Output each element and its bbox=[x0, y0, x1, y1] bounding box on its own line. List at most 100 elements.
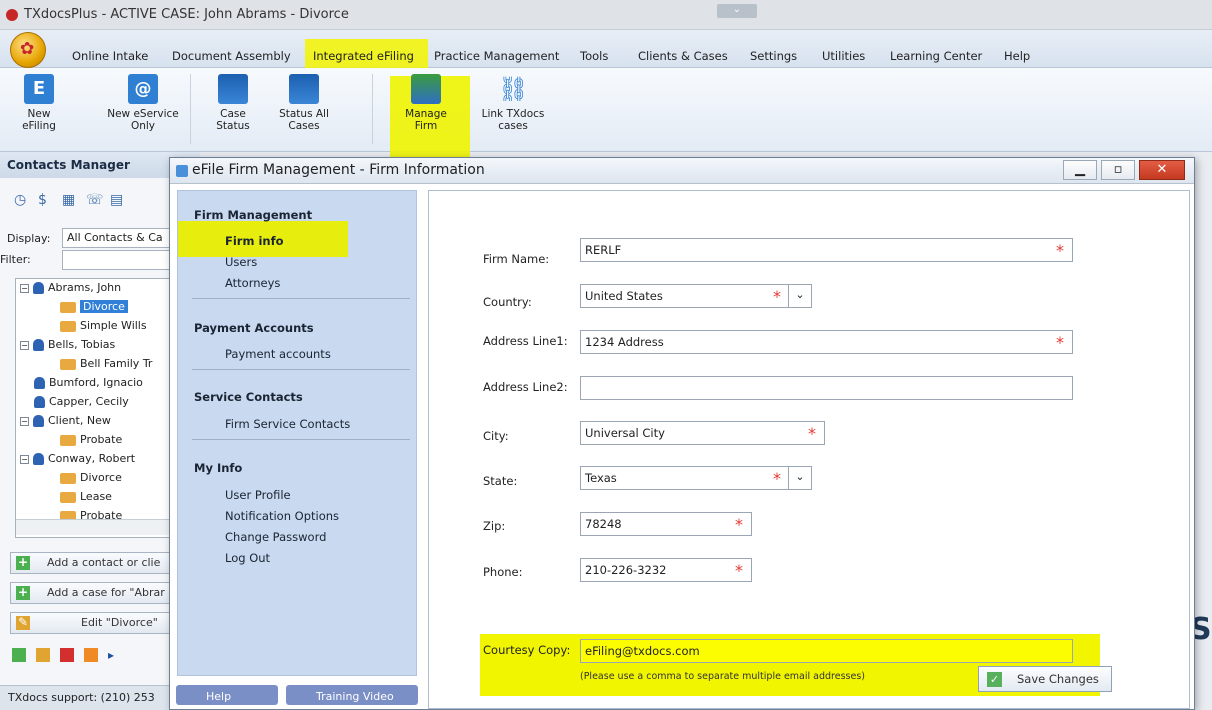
efile-icon bbox=[176, 165, 188, 177]
person-icon bbox=[33, 282, 44, 294]
save-changes-button[interactable]: ✓ Save Changes bbox=[978, 666, 1112, 692]
state-select[interactable]: Texas * ⌄ bbox=[580, 466, 812, 490]
menu-clients-cases[interactable]: Clients & Cases bbox=[638, 49, 728, 63]
menu-integrated-efiling[interactable]: Integrated eFiling bbox=[313, 49, 414, 63]
address1-field[interactable]: 1234 Address * bbox=[580, 330, 1073, 354]
nav-log-out[interactable]: Log Out bbox=[225, 551, 270, 565]
status-all-cases-button[interactable]: Status All Cases bbox=[272, 74, 336, 132]
menu-tools[interactable]: Tools bbox=[580, 49, 608, 63]
tree-contact[interactable]: − Client, New bbox=[20, 412, 111, 431]
app-menu-orb-icon[interactable]: ✿ bbox=[10, 32, 46, 68]
tree-case[interactable]: Simple Wills bbox=[60, 317, 147, 336]
person-icon bbox=[34, 396, 45, 408]
nav-attorneys[interactable]: Attorneys bbox=[225, 276, 280, 290]
phone-field[interactable]: 210-226-3232 * bbox=[580, 558, 752, 582]
menu-practice-management[interactable]: Practice Management bbox=[434, 49, 559, 63]
menu-learning-center[interactable]: Learning Center bbox=[890, 49, 982, 63]
history-icon[interactable]: ◷ bbox=[14, 192, 30, 208]
briefcase-icon bbox=[60, 358, 76, 370]
training-video-button[interactable]: Training Video bbox=[286, 685, 418, 705]
briefcase-icon bbox=[60, 320, 76, 332]
person-icon bbox=[33, 415, 44, 427]
menu-document-assembly[interactable]: Document Assembly bbox=[172, 49, 291, 63]
display-select[interactable]: All Contacts & Ca bbox=[62, 228, 172, 248]
tree-hscrollbar[interactable] bbox=[16, 519, 174, 535]
tree-case[interactable]: Divorce bbox=[60, 469, 122, 488]
new-eservice-button[interactable]: @ New eService Only bbox=[100, 74, 186, 132]
contacts-tree: − Abrams, John Divorce Simple Wills − Bell… bbox=[15, 278, 175, 538]
address2-label: Address Line2: bbox=[483, 380, 568, 394]
minimize-button[interactable]: ▁ bbox=[1063, 160, 1097, 180]
new-efiling-button[interactable]: E New eFiling bbox=[14, 74, 64, 132]
link-icon: ⛓ bbox=[498, 75, 529, 103]
phone-label: Phone: bbox=[483, 565, 523, 579]
manage-firm-button[interactable]: Manage Firm bbox=[396, 74, 456, 132]
delete-icon[interactable] bbox=[60, 648, 74, 662]
menu-settings[interactable]: Settings bbox=[750, 49, 797, 63]
maximize-button[interactable]: ▫ bbox=[1101, 160, 1135, 180]
city-field[interactable]: Universal City * bbox=[580, 421, 825, 445]
dialog-title-bar: eFile Firm Management - Firm Information bbox=[170, 158, 1194, 184]
calendar-icon[interactable]: ▦ bbox=[62, 192, 78, 208]
case-status-icon bbox=[218, 74, 248, 104]
nav-payment-accounts[interactable]: Payment accounts bbox=[225, 347, 331, 361]
nav-users[interactable]: Users bbox=[225, 255, 257, 269]
address1-label: Address Line1: bbox=[483, 334, 568, 348]
nav-heading-my-info: My Info bbox=[194, 461, 243, 475]
tree-case[interactable]: Divorce bbox=[60, 298, 128, 317]
courtesy-copy-hint: (Please use a comma to separate multiple… bbox=[580, 671, 865, 682]
city-label: City: bbox=[483, 429, 509, 443]
menu-utilities[interactable]: Utilities bbox=[822, 49, 865, 63]
tree-case[interactable]: Bell Family Tr bbox=[60, 355, 152, 374]
eservice-icon: @ bbox=[128, 74, 158, 104]
courtesy-copy-label: Courtesy Copy: bbox=[483, 643, 571, 657]
nav-firm-info[interactable]: Firm info bbox=[225, 234, 284, 248]
tree-contact[interactable]: − Abrams, John bbox=[20, 279, 121, 298]
billing-icon[interactable]: $ bbox=[38, 192, 54, 208]
menu-help[interactable]: Help bbox=[1004, 49, 1030, 63]
firm-name-field[interactable]: RERLF * bbox=[580, 238, 1073, 262]
display-label: Display: bbox=[7, 232, 51, 245]
dialog-nav-pane bbox=[177, 190, 417, 676]
briefcase-icon bbox=[60, 301, 76, 313]
nav-user-profile[interactable]: User Profile bbox=[225, 488, 291, 502]
next-icon[interactable]: ▸ bbox=[108, 648, 114, 662]
chevron-down-icon: ⌄ bbox=[788, 284, 812, 308]
ribbon-collapse-button[interactable]: ⌄ bbox=[717, 4, 757, 18]
address2-field[interactable] bbox=[580, 376, 1073, 400]
filter-label: Filter: bbox=[0, 253, 31, 266]
phone-icon[interactable]: ☏ bbox=[86, 192, 104, 208]
nav-firm-service-contacts[interactable]: Firm Service Contacts bbox=[225, 417, 350, 431]
tree-contact[interactable]: − Bells, Tobias bbox=[20, 336, 115, 355]
zip-field[interactable]: 78248 * bbox=[580, 512, 752, 536]
briefcase-icon bbox=[60, 434, 76, 446]
filter-input[interactable] bbox=[62, 250, 172, 270]
close-button[interactable]: ✕ bbox=[1139, 160, 1185, 180]
country-select[interactable]: United States * ⌄ bbox=[580, 284, 812, 308]
state-label: State: bbox=[483, 474, 518, 488]
tree-case[interactable]: Lease bbox=[60, 488, 112, 507]
nav-change-password[interactable]: Change Password bbox=[225, 530, 326, 544]
tree-case[interactable]: Probate bbox=[60, 431, 122, 450]
menu-online-intake[interactable]: Online Intake bbox=[72, 49, 148, 63]
add-icon[interactable] bbox=[12, 648, 26, 662]
case-status-button[interactable]: Case Status bbox=[208, 74, 258, 132]
person-icon bbox=[33, 453, 44, 465]
edit-icon[interactable] bbox=[36, 648, 50, 662]
help-button[interactable]: Help bbox=[176, 685, 278, 705]
efiling-icon: E bbox=[24, 74, 54, 104]
tree-contact[interactable]: − Conway, Robert bbox=[20, 450, 135, 469]
tree-contact[interactable]: Capper, Cecily bbox=[34, 393, 129, 412]
person-icon bbox=[33, 339, 44, 351]
firm-name-label: Firm Name: bbox=[483, 252, 550, 266]
country-label: Country: bbox=[483, 295, 532, 309]
chevron-down-icon: ⌄ bbox=[788, 466, 812, 490]
tree-contact[interactable]: Bumford, Ignacio bbox=[34, 374, 143, 393]
window-title: TXdocsPlus - ACTIVE CASE: John Abrams - … bbox=[24, 7, 349, 22]
courtesy-copy-field[interactable]: eFiling@txdocs.com bbox=[580, 639, 1073, 663]
nav-heading-firm-management: Firm Management bbox=[194, 208, 313, 222]
link-txdocs-cases-button[interactable]: ⛓ Link TXdocs cases bbox=[478, 74, 548, 132]
notes-icon[interactable]: ▤ bbox=[110, 192, 126, 208]
export-icon[interactable] bbox=[84, 648, 98, 662]
nav-notification-options[interactable]: Notification Options bbox=[225, 509, 339, 523]
